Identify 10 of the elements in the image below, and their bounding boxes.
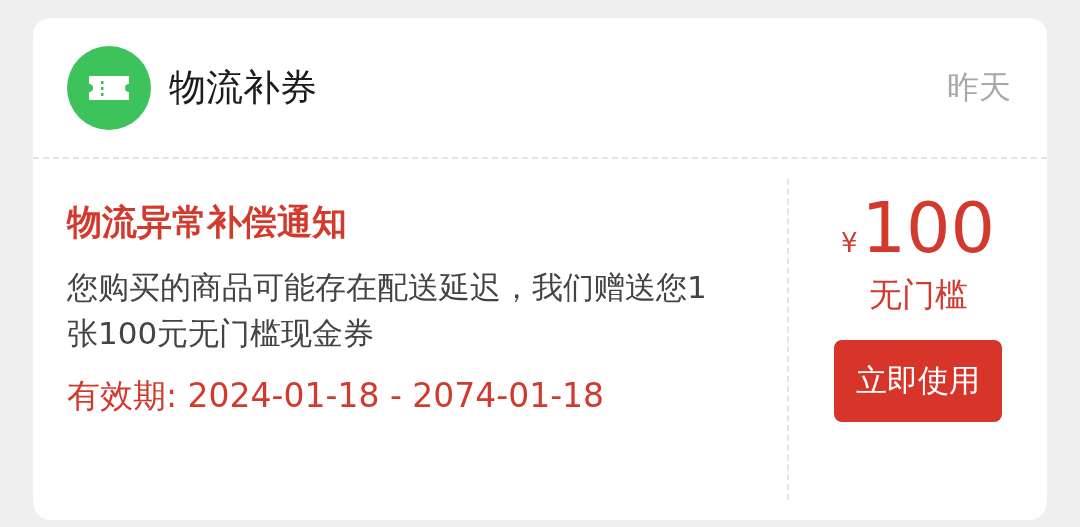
currency-symbol: ¥ (840, 228, 858, 258)
coupon-condition: 无门槛 (868, 274, 968, 316)
timestamp: 昨天 (947, 66, 1011, 108)
ticket-icon (67, 45, 151, 130)
validity-period: 有效期: 2024-01-18 - 2074-01-18 (67, 375, 606, 417)
header-title: 物流补券 (169, 64, 318, 111)
notice-description: 您购买的商品可能存在配送延迟，我们赠送您1张100元无门槛现金券 (67, 268, 708, 353)
notice-title: 物流异常补偿通知 (67, 201, 348, 244)
use-now-button[interactable]: 立即使用 (834, 340, 1002, 422)
coupon-amount: 100 (861, 187, 996, 269)
